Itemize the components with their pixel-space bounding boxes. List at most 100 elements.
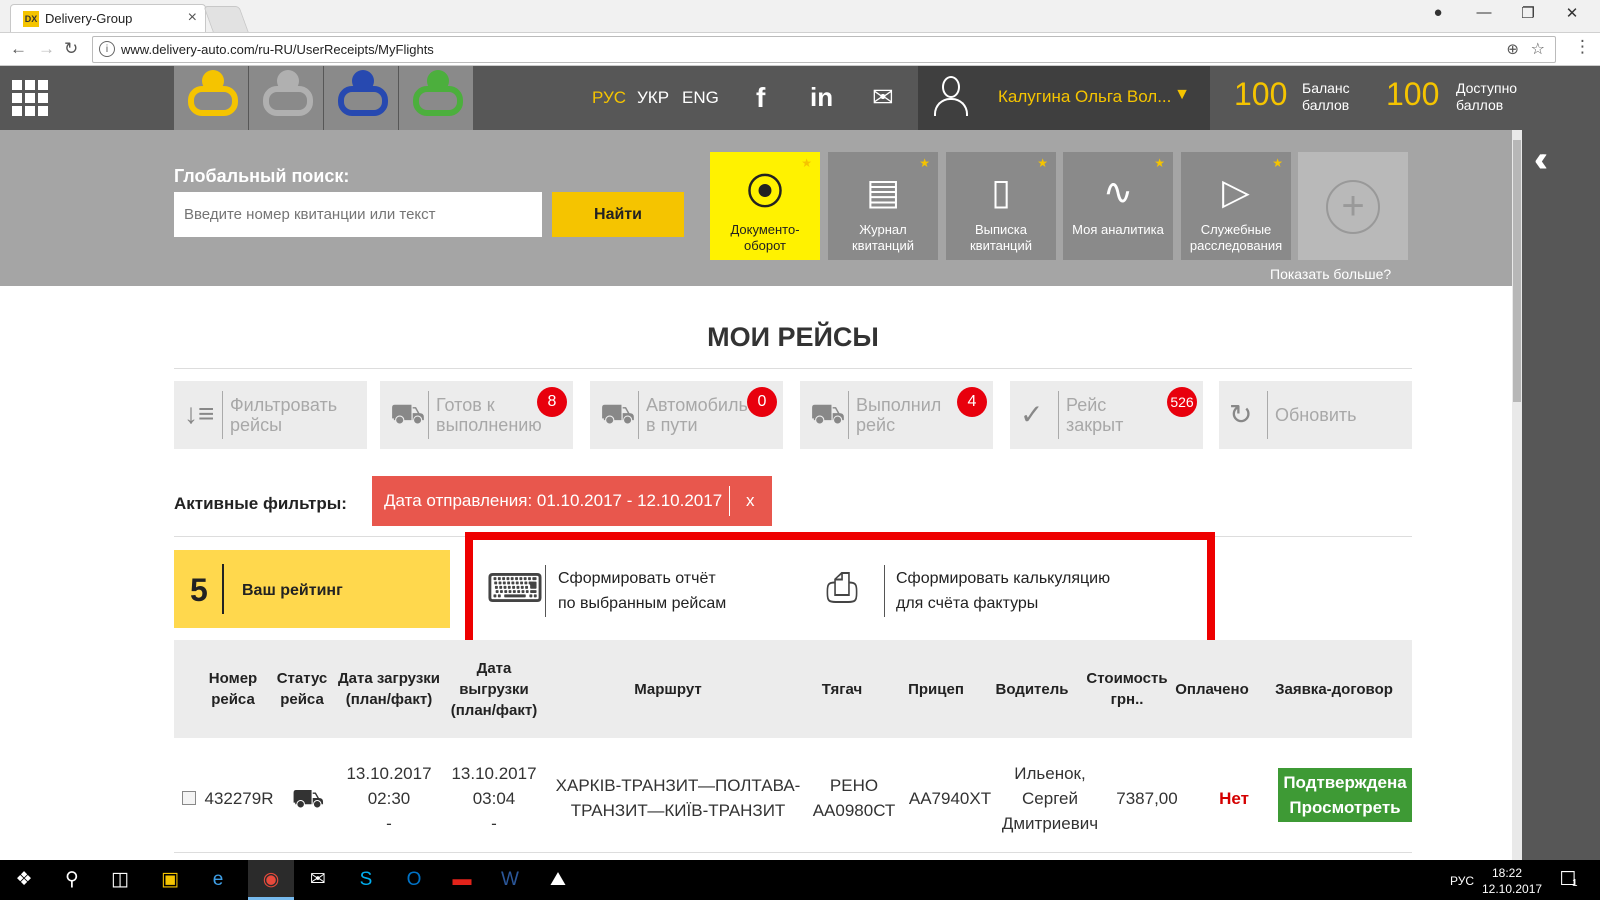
- col-number[interactable]: Номер рейса: [198, 640, 268, 738]
- col-contract[interactable]: Заявка-договор: [1256, 640, 1412, 738]
- document-flow-icon: ⦿: [746, 171, 783, 212]
- tile-analytics[interactable]: ★ ∿ Моя аналитика: [1063, 152, 1173, 260]
- zoom-icon[interactable]: ⊕: [1506, 40, 1519, 58]
- browser-tab[interactable]: DX Delivery-Group ×: [10, 4, 206, 32]
- mail-app-icon[interactable]: ✉: [306, 868, 330, 892]
- collapse-sidebar-icon[interactable]: ‹‹: [1534, 138, 1548, 180]
- new-tab-button[interactable]: [203, 6, 249, 32]
- chrome-icon[interactable]: ◉: [259, 868, 283, 892]
- receipt-journal-icon: ▤: [865, 171, 900, 212]
- tile-document-flow[interactable]: ★ ⦿ Документо-оборот: [710, 152, 820, 260]
- internet-explorer-icon[interactable]: e: [206, 868, 230, 892]
- col-status[interactable]: Статус рейса: [274, 640, 330, 738]
- route-cell: ХАРКІВ-ТРАНЗИТ—ПОЛТАВА-ТРАНЗИТ—КИЇВ-ТРАН…: [555, 776, 801, 820]
- report-icon[interactable]: ⌨: [486, 566, 544, 612]
- col-load-date[interactable]: Дата загрузки (план/факт): [336, 640, 442, 738]
- outlook-icon[interactable]: O: [402, 868, 426, 892]
- browser-menu-icon[interactable]: ⋮: [1574, 37, 1591, 57]
- search-icon[interactable]: ⚲: [60, 868, 84, 892]
- divider: [174, 852, 1412, 853]
- reload-icon[interactable]: ↻: [64, 39, 78, 59]
- filter-closed-button[interactable]: ✓ Рейс закрыт 526: [1010, 381, 1203, 449]
- filter-ready-button[interactable]: ⛟ Готов к выполнению 8: [380, 381, 573, 449]
- user-avatar-icon: [934, 76, 968, 116]
- contract-view-link[interactable]: Просмотреть: [1278, 795, 1412, 820]
- windows-start-icon[interactable]: ❖: [12, 868, 36, 892]
- site-info-icon[interactable]: i: [99, 41, 115, 57]
- count-badge: 526: [1167, 387, 1197, 417]
- plus-icon: +: [1326, 180, 1380, 234]
- url-field[interactable]: i www.delivery-auto.com/ru-RU/UserReceip…: [92, 36, 1556, 63]
- tractor-brand: РЕНО: [829, 776, 879, 795]
- contract-status-button[interactable]: Подтверждена Просмотреть: [1278, 768, 1412, 822]
- show-more-link[interactable]: Показать больше?: [1270, 266, 1391, 282]
- lang-ru[interactable]: РУС: [592, 88, 626, 108]
- close-window-icon[interactable]: ✕: [1552, 4, 1592, 22]
- site-logo[interactable]: [174, 66, 474, 130]
- col-trailer[interactable]: Прицеп: [892, 640, 980, 738]
- profile-icon[interactable]: ●: [1418, 4, 1458, 21]
- cost-cell: 7387,00: [1116, 788, 1178, 808]
- filter-label: Рейс закрыт: [1066, 395, 1124, 435]
- global-search-label: Глобальный поиск:: [174, 166, 350, 186]
- col-unload-date[interactable]: Дата выгрузки (план/факт): [446, 640, 542, 738]
- facebook-icon[interactable]: f: [756, 82, 765, 114]
- scrollbar-thumb[interactable]: [1513, 140, 1521, 402]
- filter-completed-button[interactable]: ⛟ Выполнил рейс 4: [800, 381, 993, 449]
- rating-value: 5: [190, 572, 208, 608]
- chevron-down-icon[interactable]: ▼: [1174, 86, 1190, 104]
- lang-ua[interactable]: УКР: [637, 88, 669, 108]
- acrobat-icon[interactable]: ▬: [450, 868, 474, 892]
- user-menu[interactable]: Калугина Ольга Вол... ▼: [918, 66, 1210, 130]
- mail-icon[interactable]: ✉: [872, 82, 894, 113]
- site-header: РУС УКР ENG f in ✉ Калугина Ольга Вол...…: [0, 66, 1600, 130]
- tray-time[interactable]: 18:22: [1492, 866, 1522, 880]
- search-button[interactable]: Найти: [552, 192, 684, 237]
- generate-report-button[interactable]: Сформировать отчёт по выбранным рейсам: [558, 566, 726, 616]
- tile-receipt-issue[interactable]: ★ ▯ Выписка квитанций: [946, 152, 1056, 260]
- flight-number[interactable]: 432279R: [204, 786, 273, 811]
- table-row-number-cell: 432279R: [180, 742, 276, 854]
- printer-icon[interactable]: ⎙: [826, 566, 858, 611]
- filter-in-transit-button[interactable]: ⛟ Автомобиль в пути 0: [590, 381, 783, 449]
- task-view-icon[interactable]: ◫: [108, 868, 132, 892]
- skype-icon[interactable]: S: [354, 868, 378, 892]
- browser-address-bar: ← → ↻ i www.delivery-auto.com/ru-RU/User…: [0, 33, 1600, 66]
- col-cost[interactable]: Стоимость грн..: [1084, 640, 1170, 738]
- col-route[interactable]: Маршрут: [548, 640, 788, 738]
- remove-filter-button[interactable]: x: [746, 491, 755, 511]
- minimize-icon[interactable]: —: [1464, 4, 1504, 21]
- rating-box: 5 Ваш рейтинг: [174, 550, 450, 628]
- refresh-button[interactable]: ↻ Обновить: [1219, 381, 1412, 449]
- global-search-input[interactable]: [174, 192, 542, 237]
- forward-icon[interactable]: →: [38, 39, 55, 59]
- tray-date[interactable]: 12.10.2017: [1482, 882, 1542, 896]
- apps-menu-icon[interactable]: [12, 80, 48, 116]
- add-tile-button[interactable]: +: [1298, 152, 1408, 260]
- active-filter-chip: Дата отправления: 01.10.2017 - 12.10.201…: [372, 476, 772, 526]
- tile-label: Служебные расследования: [1189, 222, 1283, 253]
- linkedin-icon[interactable]: in: [810, 82, 833, 113]
- file-explorer-icon[interactable]: ▣: [158, 868, 182, 892]
- action-label-line2: для счёта фактуры: [896, 595, 1039, 612]
- tile-investigations[interactable]: ★ ▷ Служебные расследования: [1181, 152, 1291, 260]
- row-checkbox[interactable]: [182, 791, 197, 805]
- bookmark-star-icon[interactable]: ☆: [1531, 39, 1545, 59]
- filter-flights-button[interactable]: ↓≡ Фильтровать рейсы: [174, 381, 367, 449]
- action-label-line1: Сформировать калькуляцию: [896, 570, 1111, 587]
- col-driver[interactable]: Водитель: [982, 640, 1082, 738]
- available-label: Доступно баллов: [1456, 80, 1518, 113]
- col-tractor[interactable]: Тягач: [794, 640, 890, 738]
- generate-invoice-calc-button[interactable]: Сформировать калькуляцию для счёта факту…: [896, 566, 1110, 616]
- browser-tab-bar: DX Delivery-Group × ● — ❐ ✕: [0, 0, 1600, 33]
- lang-en[interactable]: ENG: [682, 88, 719, 108]
- back-icon[interactable]: ←: [10, 39, 27, 59]
- tile-receipt-journal[interactable]: ★ ▤ Журнал квитанций: [828, 152, 938, 260]
- photos-icon[interactable]: ⛰: [546, 868, 570, 892]
- maximize-icon[interactable]: ❐: [1508, 4, 1548, 22]
- tray-lang[interactable]: РУС: [1450, 874, 1474, 888]
- word-icon[interactable]: W: [498, 868, 522, 892]
- tab-close-icon[interactable]: ×: [188, 9, 197, 27]
- col-paid[interactable]: Оплачено: [1172, 640, 1252, 738]
- star-icon: ★: [1037, 156, 1048, 170]
